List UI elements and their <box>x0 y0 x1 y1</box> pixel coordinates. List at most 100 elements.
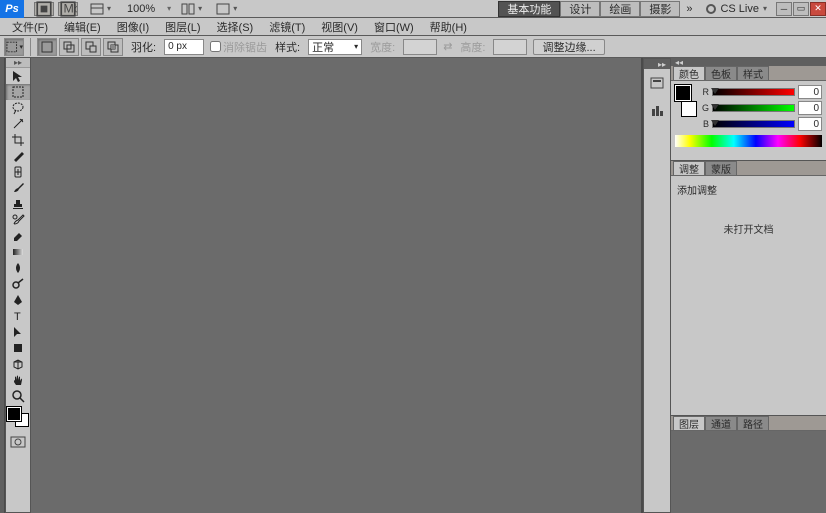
zoom-level[interactable]: 100% <box>121 3 161 15</box>
close-button[interactable]: ✕ <box>810 2 826 16</box>
svg-text:T: T <box>14 311 21 323</box>
r-slider[interactable] <box>712 88 795 96</box>
properties-panel-icon[interactable] <box>644 97 670 125</box>
tab-layers[interactable]: 图层 <box>673 416 705 430</box>
adjustments-title: 添加调整 <box>677 182 820 197</box>
3d-tool[interactable] <box>6 356 30 372</box>
foreground-background-color[interactable] <box>7 407 29 427</box>
panel-collapse-top[interactable]: ◂◂ <box>671 58 826 66</box>
tab-adjustments[interactable]: 调整 <box>673 161 705 175</box>
menu-window[interactable]: 窗口(W) <box>366 17 422 37</box>
tab-color[interactable]: 颜色 <box>673 66 705 80</box>
workspace-painting[interactable]: 绘画 <box>600 1 640 17</box>
menu-file[interactable]: 文件(F) <box>4 17 56 37</box>
menu-select[interactable]: 选择(S) <box>209 17 262 37</box>
blur-tool[interactable] <box>6 260 30 276</box>
menu-bar: 文件(F) 编辑(E) 图像(I) 图层(L) 选择(S) 滤镜(T) 视图(V… <box>0 18 826 36</box>
menu-edit[interactable]: 编辑(E) <box>56 17 109 37</box>
panel-color-swatch[interactable] <box>675 85 697 117</box>
color-panel: R G B <box>671 81 826 161</box>
svg-text:Mb: Mb <box>64 1 78 15</box>
shape-tool[interactable] <box>6 340 30 356</box>
b-label: B <box>701 119 709 129</box>
gradient-tool[interactable] <box>6 244 30 260</box>
minimize-button[interactable]: ─ <box>776 2 792 16</box>
lasso-tool[interactable] <box>6 100 30 116</box>
antialias-checkbox[interactable]: 消除锯齿 <box>210 39 267 55</box>
width-input <box>403 39 437 55</box>
workspace-photography[interactable]: 摄影 <box>640 1 680 17</box>
g-slider[interactable] <box>712 104 795 112</box>
tab-styles[interactable]: 样式 <box>737 66 769 80</box>
g-value[interactable] <box>798 101 822 115</box>
layers-panel-tabs: 图层 通道 路径 <box>671 416 826 431</box>
selection-subtract[interactable] <box>81 38 101 56</box>
history-brush-tool[interactable] <box>6 212 30 228</box>
launch-bridge-icon[interactable] <box>34 2 54 16</box>
selection-add[interactable] <box>59 38 79 56</box>
tab-masks[interactable]: 蒙版 <box>705 161 737 175</box>
workspace-design[interactable]: 设计 <box>560 1 600 17</box>
adjust-panel-tabs: 调整 蒙版 <box>671 161 826 176</box>
screenmode-dropdown[interactable] <box>212 3 241 15</box>
tab-swatches[interactable]: 色板 <box>705 66 737 80</box>
marquee-tool[interactable] <box>6 84 30 100</box>
collapsed-panel-dock: ▸▸ <box>643 58 671 513</box>
workspace-essentials[interactable]: 基本功能 <box>498 1 560 17</box>
tab-paths[interactable]: 路径 <box>737 416 769 430</box>
selection-intersect[interactable] <box>103 38 123 56</box>
eraser-tool[interactable] <box>6 228 30 244</box>
app-topbar: Ps Mb 100% ▾ 基本功能 设计 绘画 摄影 » CS Live ▾ ─… <box>0 0 826 18</box>
dodge-tool[interactable] <box>6 276 30 292</box>
window-controls: ─ ▭ ✕ <box>775 2 826 16</box>
heal-tool[interactable] <box>6 164 30 180</box>
menu-filter[interactable]: 滤镜(T) <box>261 17 313 37</box>
g-label: G <box>701 103 709 113</box>
height-label: 高度: <box>458 39 487 55</box>
r-value[interactable] <box>798 85 822 99</box>
pen-tool[interactable] <box>6 292 30 308</box>
zoom-tool[interactable] <box>6 388 30 404</box>
antialias-input[interactable] <box>210 41 221 52</box>
toolbox-collapse[interactable]: ▸▸ <box>6 58 30 68</box>
hand-tool[interactable] <box>6 372 30 388</box>
canvas-area <box>31 58 643 513</box>
type-tool[interactable]: T <box>6 308 30 324</box>
b-value[interactable] <box>798 117 822 131</box>
cslive-button[interactable]: CS Live ▾ <box>698 3 775 15</box>
menu-layer[interactable]: 图层(L) <box>157 17 208 37</box>
refine-edge-button[interactable]: 调整边缘... <box>533 39 604 55</box>
stamp-tool[interactable] <box>6 196 30 212</box>
menu-help[interactable]: 帮助(H) <box>422 17 475 37</box>
mini-bridge-icon[interactable]: Mb <box>58 2 78 16</box>
extras-dropdown[interactable] <box>86 3 115 15</box>
b-slider[interactable] <box>712 120 795 128</box>
eyedropper-tool[interactable] <box>6 148 30 164</box>
maximize-button[interactable]: ▭ <box>793 2 809 16</box>
tool-preset[interactable]: ▾ <box>4 38 24 56</box>
tab-channels[interactable]: 通道 <box>705 416 737 430</box>
cslive-label: CS Live <box>720 3 759 15</box>
ps-logo: Ps <box>0 0 24 18</box>
history-panel-icon[interactable] <box>644 69 670 97</box>
workspace-more[interactable]: » <box>680 3 698 15</box>
feather-input[interactable] <box>164 39 204 55</box>
path-select-tool[interactable] <box>6 324 30 340</box>
move-tool[interactable] <box>6 68 30 84</box>
right-panel-group: ◂◂ 颜色 色板 样式 R G B 调整 蒙版 添加调整 未打开文档 <box>671 58 826 513</box>
color-panel-tabs: 颜色 色板 样式 <box>671 66 826 81</box>
menu-view[interactable]: 视图(V) <box>313 17 366 37</box>
collapsed-dock-expand[interactable]: ▸▸ <box>644 59 670 69</box>
menu-image[interactable]: 图像(I) <box>109 17 157 37</box>
color-spectrum[interactable] <box>675 135 822 147</box>
arrange-dropdown[interactable] <box>177 3 206 15</box>
crop-tool[interactable] <box>6 132 30 148</box>
style-dropdown[interactable]: 正常 <box>308 39 362 55</box>
antialias-label: 消除锯齿 <box>223 39 267 55</box>
quickmask-toggle[interactable] <box>6 434 30 450</box>
no-document-message: 未打开文档 <box>677 221 820 236</box>
adjustments-panel: 添加调整 未打开文档 <box>671 176 826 416</box>
brush-tool[interactable] <box>6 180 30 196</box>
wand-tool[interactable] <box>6 116 30 132</box>
selection-new[interactable] <box>37 38 57 56</box>
